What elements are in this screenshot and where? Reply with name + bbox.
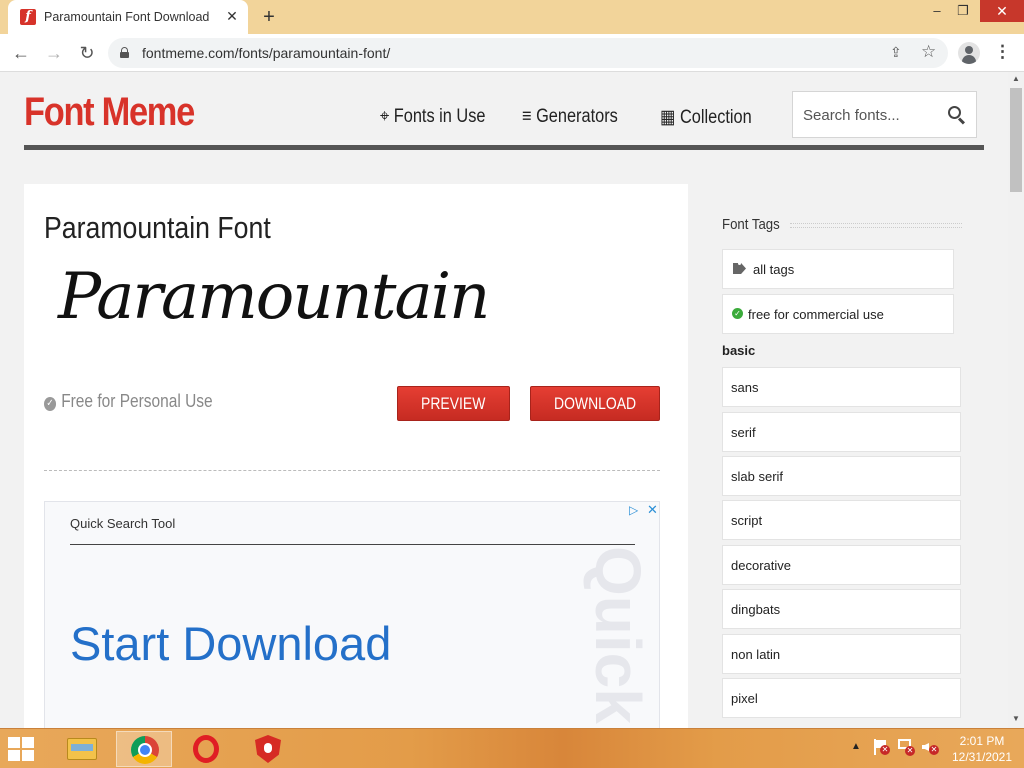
tag-free-commercial[interactable]: ✓ free for commercial use xyxy=(722,294,954,334)
category-label: non latin xyxy=(731,647,781,662)
screen: f Paramountain Font Download ✕ + – ❐ ✕ ←… xyxy=(0,0,1024,768)
windows-start-icon[interactable] xyxy=(8,737,36,763)
scrollbar-thumb[interactable] xyxy=(1010,88,1022,192)
category-label: serif xyxy=(731,425,756,440)
download-button-label: DOWNLOAD xyxy=(553,394,637,413)
chrome-icon xyxy=(131,736,159,764)
crosshair-icon: ⌖ xyxy=(380,106,390,127)
taskbar-chrome[interactable] xyxy=(116,731,172,767)
forward-arrow-icon[interactable]: → xyxy=(42,41,66,65)
tab-title: Paramountain Font Download xyxy=(44,10,210,24)
category-decorative[interactable]: decorative xyxy=(722,545,961,585)
nav-collection-label: Collection xyxy=(679,107,752,128)
taskbar-file-explorer[interactable] xyxy=(54,731,110,767)
category-script[interactable]: script xyxy=(722,500,961,540)
license-label: ✓ Free for Personal Use xyxy=(44,391,213,412)
nav-fonts-in-use[interactable]: ⌖ Fonts in Use xyxy=(380,106,485,128)
tab-close-icon[interactable]: ✕ xyxy=(224,8,240,24)
ad-close-icon[interactable]: ✕ xyxy=(647,502,658,518)
taskbar-security-app[interactable] xyxy=(240,731,296,767)
site-logo[interactable]: Font Meme xyxy=(24,90,195,135)
grid-icon: ▦ xyxy=(660,107,676,128)
taskbar-clock[interactable]: 2:01 PM 12/31/2021 xyxy=(944,733,1020,765)
browser-tab-strip: f Paramountain Font Download ✕ + – ❐ ✕ xyxy=(0,0,1024,34)
category-label: pixel xyxy=(731,691,758,706)
ad-divider xyxy=(70,544,635,545)
search-input[interactable] xyxy=(803,104,943,126)
font-tags-heading: Font Tags xyxy=(722,216,780,233)
tag-all-tags-label: all tags xyxy=(753,262,795,277)
font-detail-card: Paramountain Font Paramountain ✓ Free for… xyxy=(24,184,688,728)
browser-tab[interactable]: f Paramountain Font Download ✕ xyxy=(8,0,248,34)
basic-section-label: basic xyxy=(722,343,756,358)
ad-start-download-link[interactable]: Start Download xyxy=(70,616,391,671)
bookmark-star-icon[interactable]: ☆ xyxy=(921,42,936,62)
header-divider xyxy=(24,145,984,150)
page-title: Paramountain Font xyxy=(44,210,271,245)
category-slab-serif[interactable]: slab serif xyxy=(722,456,961,496)
category-serif[interactable]: serif xyxy=(722,412,961,452)
license-text: Free for Personal Use xyxy=(61,391,213,411)
browser-menu-icon[interactable]: ⋮ xyxy=(994,42,1011,62)
page-viewport: Font Meme ⌖ Fonts in Use ≡ Generators ▦ … xyxy=(0,72,1008,728)
volume-muted-icon[interactable]: ✕ xyxy=(922,739,939,755)
category-label: slab serif xyxy=(731,469,784,484)
category-pixel[interactable]: pixel xyxy=(722,678,961,718)
profile-avatar-icon[interactable] xyxy=(958,42,980,64)
green-check-icon: ✓ xyxy=(732,308,743,319)
preview-button-label: PREVIEW xyxy=(421,394,486,413)
heading-dotted-rule xyxy=(790,223,962,228)
category-label: sans xyxy=(731,380,759,395)
advertisement[interactable]: Quick Quick Search Tool Start Download ▷… xyxy=(44,501,660,728)
url-text[interactable]: fontmeme.com/fonts/paramountain-font/ xyxy=(142,45,390,61)
taskbar-opera[interactable] xyxy=(178,731,234,767)
ad-label: Quick Search Tool xyxy=(70,516,176,531)
tag-free-commercial-label: free for commercial use xyxy=(748,307,884,322)
download-button[interactable]: DOWNLOAD xyxy=(530,386,660,421)
address-bar[interactable]: fontmeme.com/fonts/paramountain-font/ ⇪ … xyxy=(108,38,948,68)
search-box xyxy=(792,91,977,138)
scroll-down-arrow-icon[interactable]: ▼ xyxy=(1012,714,1020,723)
clock-date: 12/31/2021 xyxy=(951,750,1013,764)
network-icon[interactable]: ✕ xyxy=(898,739,915,756)
folder-icon xyxy=(67,738,97,760)
windows-taskbar: ▲ ✕ ✕ ✕ 2:01 PM 12/31/2021 xyxy=(0,728,1024,768)
category-label: decorative xyxy=(731,558,791,573)
scroll-up-arrow-icon[interactable]: ▲ xyxy=(1012,74,1020,83)
window-close-button[interactable]: ✕ xyxy=(980,0,1024,22)
reload-icon[interactable]: ↻ xyxy=(75,41,99,65)
nav-generators-label: Generators xyxy=(536,106,618,127)
font-meme-favicon-icon: f xyxy=(20,9,36,25)
clock-time: 2:01 PM xyxy=(959,734,1005,748)
nav-collection[interactable]: ▦ Collection xyxy=(660,106,752,129)
section-divider xyxy=(44,470,660,471)
action-center-flag-icon[interactable]: ✕ xyxy=(874,739,890,755)
category-label: dingbats xyxy=(731,602,781,617)
shield-icon xyxy=(255,735,281,763)
new-tab-button[interactable]: + xyxy=(258,6,280,28)
nav-fonts-in-use-label: Fonts in Use xyxy=(393,106,486,127)
ad-choices-icon[interactable]: ▷ xyxy=(629,503,638,517)
preview-button[interactable]: PREVIEW xyxy=(397,386,510,421)
nav-generators[interactable]: ≡ Generators xyxy=(522,106,618,128)
category-sans[interactable]: sans xyxy=(722,367,961,407)
category-label: script xyxy=(731,513,763,528)
lock-icon[interactable] xyxy=(120,47,129,58)
tag-all-tags[interactable]: all tags xyxy=(722,249,954,289)
search-icon[interactable] xyxy=(948,106,966,125)
category-non-latin[interactable]: non latin xyxy=(722,634,961,674)
back-arrow-icon[interactable]: ← xyxy=(9,41,33,65)
tray-overflow-icon[interactable]: ▲ xyxy=(851,741,861,752)
check-circle-icon: ✓ xyxy=(44,397,57,411)
window-maximize-button[interactable]: ❐ xyxy=(948,0,978,22)
browser-toolbar: ← → ↻ fontmeme.com/fonts/paramountain-fo… xyxy=(0,34,1024,72)
share-icon[interactable]: ⇪ xyxy=(890,44,902,61)
category-dingbats[interactable]: dingbats xyxy=(722,589,961,629)
tags-icon-hole xyxy=(738,262,741,265)
ad-watermark: Quick xyxy=(582,546,654,724)
font-sample-image: Paramountain xyxy=(58,260,490,334)
opera-icon xyxy=(193,735,219,763)
page-scrollbar[interactable]: ▲ ▼ xyxy=(1008,72,1024,728)
generator-icon: ≡ xyxy=(522,106,532,127)
